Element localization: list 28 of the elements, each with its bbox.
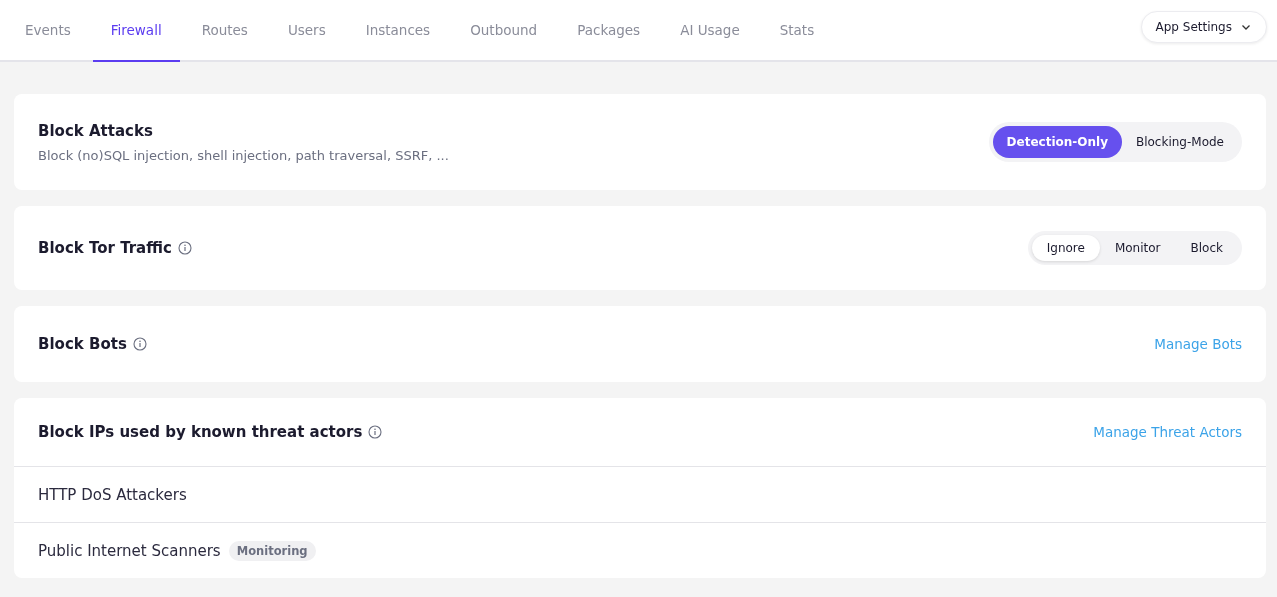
nav-tab[interactable]: Instances [347, 0, 449, 62]
nav-tab[interactable]: Stats [761, 0, 833, 62]
segment-option[interactable]: Blocking-Mode [1121, 126, 1238, 158]
segment-option[interactable]: Monitor [1099, 235, 1176, 261]
nav-tab[interactable]: Users [269, 0, 344, 62]
card-title: Block Tor Traffic [38, 239, 172, 257]
manage-link[interactable]: Manage Threat Actors [1093, 424, 1242, 440]
segment-option[interactable]: Ignore [1031, 235, 1100, 261]
card-title: Block Attacks [38, 121, 153, 140]
nav-tab[interactable]: Packages [559, 0, 659, 62]
info-icon[interactable] [368, 425, 383, 439]
card-title: Block IPs used by known threat actors [38, 423, 363, 441]
info-icon[interactable] [177, 241, 192, 255]
card-title: Block Bots [38, 335, 127, 353]
segment-option[interactable]: Block [1175, 235, 1238, 261]
card-description: Block (no)SQL injection, shell injection, path traversal, SSRF, ... [38, 147, 449, 163]
list-item-label: HTTP DoS Attackers [38, 485, 187, 504]
nav-tab[interactable]: Routes [183, 0, 266, 62]
nav-tab[interactable]: AI Usage [662, 0, 758, 62]
manage-link[interactable]: Manage Bots [1154, 336, 1242, 352]
nav-tab[interactable]: Events [7, 0, 89, 62]
status-badge: Monitoring [228, 540, 316, 561]
app-settings-dropdown[interactable]: App Settings [1140, 11, 1267, 43]
list-item-label: Public Internet Scanners [38, 541, 221, 560]
nav-tab[interactable]: Outbound [452, 0, 556, 62]
segment-option[interactable]: Detection-Only [992, 126, 1122, 158]
info-icon[interactable] [132, 337, 147, 351]
nav-tab[interactable]: Firewall [92, 0, 180, 62]
